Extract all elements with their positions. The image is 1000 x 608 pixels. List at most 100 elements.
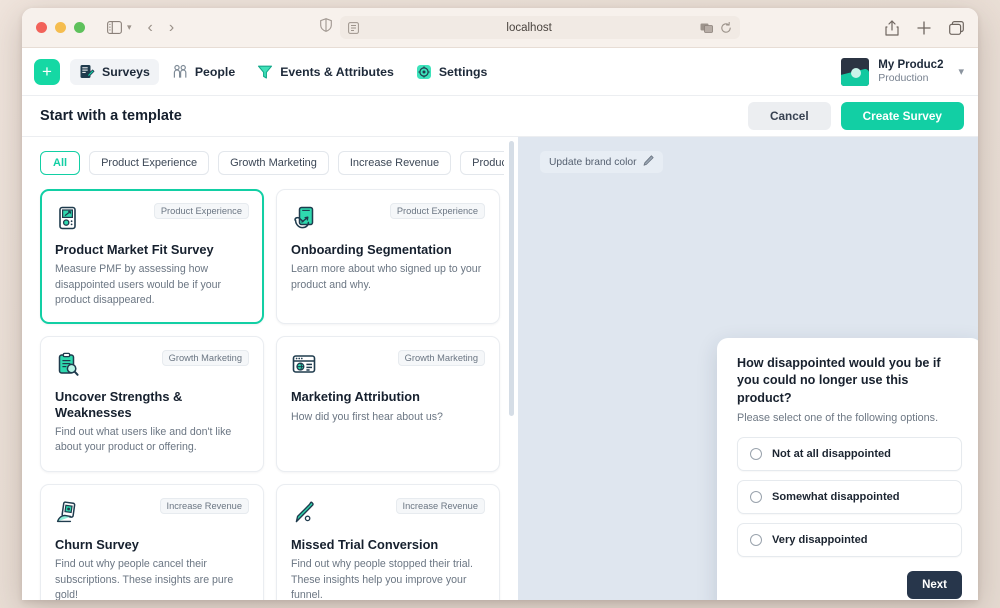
template-card[interactable]: Growth Marketing Marketing Attribution H… (276, 336, 500, 472)
browser-window: ▾ ‹ › localhost + Surveys People Events … (22, 8, 978, 600)
product-selector[interactable]: My Produc2 Production ▾ (841, 57, 964, 86)
survey-option[interactable]: Somewhat disappointed (737, 480, 962, 515)
template-tag: Growth Marketing (397, 350, 485, 367)
survey-preview-pane: Update brand color How disappointed woul… (518, 137, 978, 600)
survey-question: How disappointed would you be if you cou… (737, 356, 941, 405)
product-name: My Produc2 (878, 58, 944, 71)
browser-actions (885, 19, 964, 36)
app-navbar: + Surveys People Events & Attributes Set… (22, 48, 978, 96)
browser-toolbar: ▾ ‹ › localhost (22, 8, 978, 48)
header-actions: Cancel Create Survey (747, 102, 964, 130)
template-list-pane: All Product Experience Growth Marketing … (22, 137, 518, 600)
address-bar-area: localhost (174, 16, 885, 39)
shield-icon[interactable] (319, 18, 332, 37)
clipboard-search-icon (55, 350, 85, 380)
url-bar[interactable]: localhost (339, 16, 740, 39)
chevron-down-icon[interactable]: ▾ (127, 22, 132, 33)
card-top: Growth Marketing (55, 350, 249, 380)
nav-item-settings[interactable]: Settings (407, 59, 497, 85)
nav-item-events-attributes[interactable]: Events & Attributes (248, 59, 403, 85)
template-description: How did you first hear about us? (291, 410, 443, 423)
template-title: Product Market Fit Survey (55, 242, 214, 257)
template-card[interactable]: Increase Revenue Missed Trial Conversion… (276, 483, 500, 600)
survey-option[interactable]: Very disappointed (737, 523, 962, 558)
template-title: Onboarding Segmentation (291, 242, 452, 257)
template-card[interactable]: Product Experience Product Market Fit Su… (40, 189, 264, 325)
screen: ▾ ‹ › localhost + Surveys People Events … (0, 0, 1000, 608)
template-card[interactable]: Growth Marketing Uncover Strengths & Wea… (40, 336, 264, 472)
template-description: Find out why people stopped their trial.… (291, 558, 473, 600)
gear-icon (416, 64, 432, 80)
maximize-window-button[interactable] (74, 22, 85, 33)
filter-chip-product-experience[interactable]: Product Experience (89, 151, 210, 175)
minimize-window-button[interactable] (55, 22, 66, 33)
nav-item-people[interactable]: People (163, 59, 244, 85)
survey-option-label: Somewhat disappointed (772, 491, 900, 504)
template-tag: Increase Revenue (159, 497, 249, 514)
update-brand-color-button[interactable]: Update brand color (540, 151, 663, 173)
template-tag: Increase Revenue (395, 497, 485, 514)
sidebar-toggle-icon[interactable] (107, 21, 122, 34)
survey-preview-card: How disappointed would you be if you cou… (717, 338, 978, 600)
nav-item-label: Surveys (102, 64, 150, 79)
template-grid: Product Experience Product Market Fit Su… (22, 185, 518, 600)
nav-item-label: People (194, 64, 236, 79)
survey-footer: Next (737, 571, 962, 600)
scrollbar-track[interactable] (504, 137, 518, 600)
plus-icon[interactable] (917, 20, 931, 35)
template-description: Learn more about who signed up to your p… (291, 263, 482, 291)
content-split: All Product Experience Growth Marketing … (22, 136, 978, 600)
template-title: Missed Trial Conversion (291, 536, 439, 552)
extension-icon[interactable] (700, 22, 713, 34)
next-button[interactable]: Next (907, 571, 962, 600)
nav-items: Surveys People Events & Attributes Setti… (70, 58, 497, 85)
share-icon[interactable] (885, 19, 899, 36)
product-market-fit-icon (55, 203, 85, 233)
template-tag: Product Experience (153, 203, 249, 219)
product-info: My Produc2 Production (878, 58, 943, 86)
template-title: Uncover Strengths & Weaknesses (55, 389, 183, 420)
template-tag: Growth Marketing (161, 350, 249, 367)
create-survey-button[interactable]: Create Survey (840, 102, 964, 130)
filter-chip-all[interactable]: All (40, 151, 81, 175)
radio-icon[interactable] (750, 448, 762, 461)
scrollbar-thumb[interactable] (509, 141, 514, 416)
browser-window-icon (291, 350, 321, 380)
filter-chip-growth-marketing[interactable]: Growth Marketing (218, 151, 329, 175)
card-top: Growth Marketing (291, 350, 485, 380)
money-hand-icon (55, 498, 85, 528)
template-card[interactable]: Product Experience Onboarding Segmentati… (276, 189, 500, 325)
card-top: Product Experience (55, 203, 249, 233)
template-description: Measure PMF by assessing how disappointe… (55, 263, 222, 307)
funnel-icon (257, 64, 273, 80)
back-arrow-icon[interactable]: ‹ (148, 19, 153, 37)
card-top: Increase Revenue (55, 497, 249, 528)
avatar (841, 57, 870, 86)
card-top: Increase Revenue (291, 497, 485, 528)
survey-subtitle: Please select one of the following optio… (737, 412, 939, 425)
reload-icon[interactable] (720, 21, 732, 34)
survey-option-label: Not at all disappointed (772, 448, 891, 461)
filter-chip-increase-revenue[interactable]: Increase Revenue (337, 151, 452, 175)
add-button[interactable]: + (34, 58, 60, 85)
product-environment: Production (878, 72, 929, 85)
surveys-icon (79, 64, 95, 80)
page-title: Start with a template (40, 108, 182, 124)
radio-icon[interactable] (750, 534, 762, 547)
url-text: localhost (506, 21, 552, 34)
reader-view-icon[interactable] (347, 21, 359, 34)
template-tag: Product Experience (389, 203, 485, 219)
template-title: Marketing Attribution (291, 389, 420, 405)
chevron-down-icon[interactable]: ▾ (958, 65, 964, 78)
template-card[interactable]: Increase Revenue Churn Survey Find out w… (40, 483, 264, 600)
nav-item-surveys[interactable]: Surveys (70, 58, 159, 85)
filter-chips: All Product Experience Growth Marketing … (22, 137, 518, 185)
close-window-button[interactable] (36, 22, 47, 33)
cancel-button[interactable]: Cancel (747, 102, 831, 130)
update-brand-color-label: Update brand color (549, 156, 637, 168)
survey-option[interactable]: Not at all disappointed (737, 437, 962, 472)
tab-overview-icon[interactable] (949, 20, 964, 35)
radio-icon[interactable] (750, 491, 762, 504)
card-top: Product Experience (291, 203, 485, 233)
nav-item-label: Settings (438, 64, 488, 79)
